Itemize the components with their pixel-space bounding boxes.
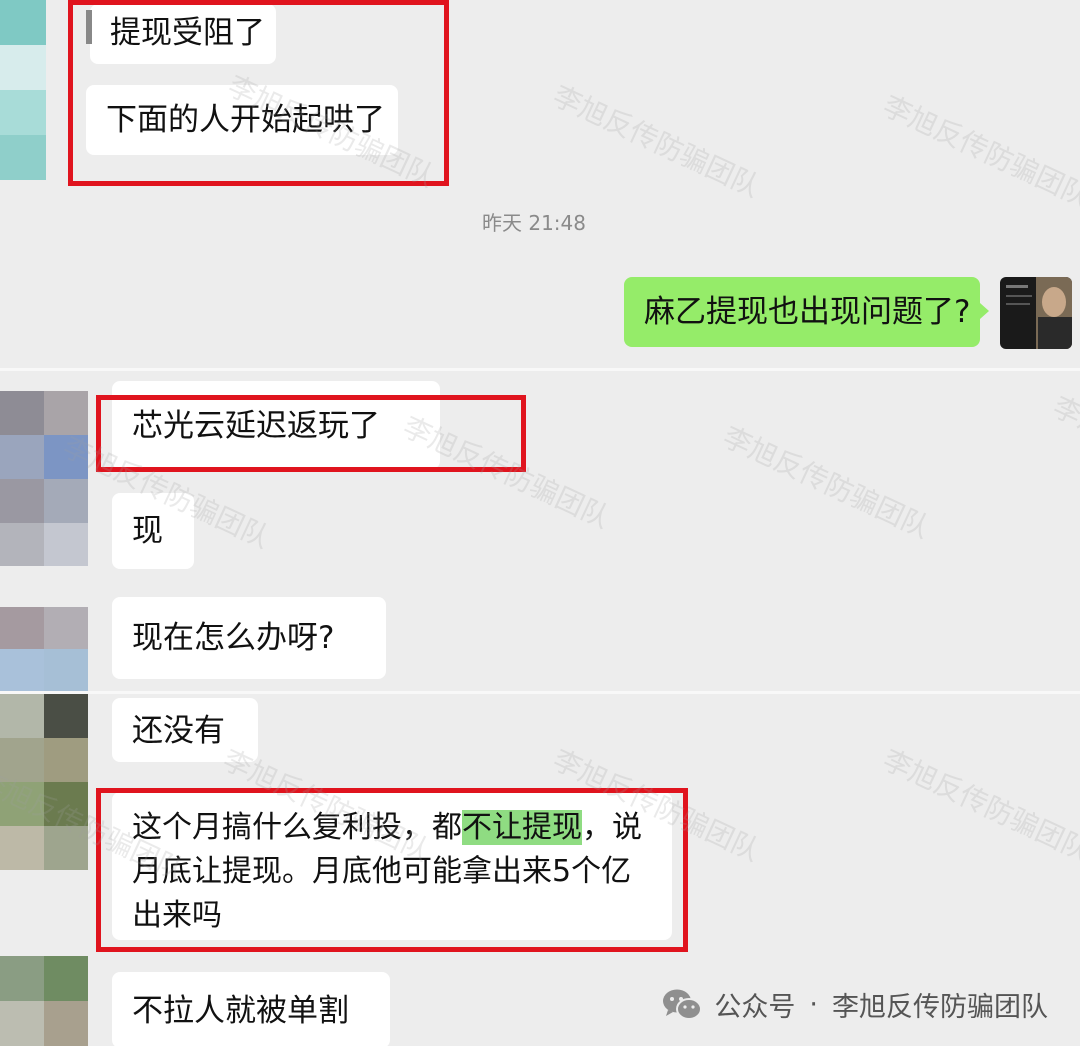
chat-panel-2: 芯光云延迟返玩了 现 现在怎么办呀? 李旭反传防骗团队 李旭反传防骗团队 李旭反…: [0, 371, 1080, 691]
source-footer: 公众号 · 李旭反传防骗团队: [662, 985, 1048, 1024]
avatar-blurred[interactable]: [0, 607, 88, 691]
message-text: 现在怎么办呀?: [132, 620, 335, 656]
footer-separator: ·: [809, 989, 818, 1020]
watermark: 李旭反传防骗团队: [717, 420, 935, 545]
outgoing-message-bubble[interactable]: 麻乙提现也出现问题了?: [624, 277, 980, 347]
avatar-blurred[interactable]: [0, 956, 88, 1046]
message-bubble[interactable]: 不拉人就被单割: [112, 972, 390, 1046]
chat-panel-3: 还没有 这个月搞什么复利投，都不让提现，说月底让提现。月底他可能拿出来5个亿出来…: [0, 694, 1080, 1046]
message-text: 麻乙提现也出现问题了?: [644, 294, 971, 330]
highlight-box: [96, 788, 688, 952]
highlight-box: [68, 0, 449, 186]
message-bubble[interactable]: 还没有: [112, 698, 258, 762]
footer-account: 李旭反传防骗团队: [832, 992, 1048, 1023]
message-bubble[interactable]: 现在怎么办呀?: [112, 597, 386, 679]
watermark: 李旭反传防骗团队: [1047, 390, 1080, 515]
my-avatar[interactable]: [1000, 277, 1072, 349]
avatar-blurred[interactable]: [0, 0, 46, 180]
message-timestamp: 昨天 21:48: [482, 211, 586, 235]
bubble-tail: [980, 303, 989, 319]
message-text: 还没有: [132, 713, 225, 749]
message-text: 现: [132, 513, 163, 549]
avatar-blurred[interactable]: [0, 391, 88, 566]
message-text: 不拉人就被单割: [132, 993, 349, 1029]
message-bubble[interactable]: 现: [112, 493, 194, 569]
chat-panel-1: 提现受阻了 下面的人开始起哄了 昨天 21:48 麻乙提现也出现问题了? 李旭反…: [0, 0, 1080, 368]
watermark: 李旭反传防骗团队: [877, 743, 1080, 868]
highlight-box: [96, 395, 526, 472]
watermark: 李旭反传防骗团队: [877, 89, 1080, 214]
watermark: 李旭反传防骗团队: [547, 79, 765, 204]
footer-label: 公众号: [714, 992, 796, 1023]
wechat-icon: [662, 988, 703, 1022]
avatar-blurred[interactable]: [0, 694, 88, 870]
